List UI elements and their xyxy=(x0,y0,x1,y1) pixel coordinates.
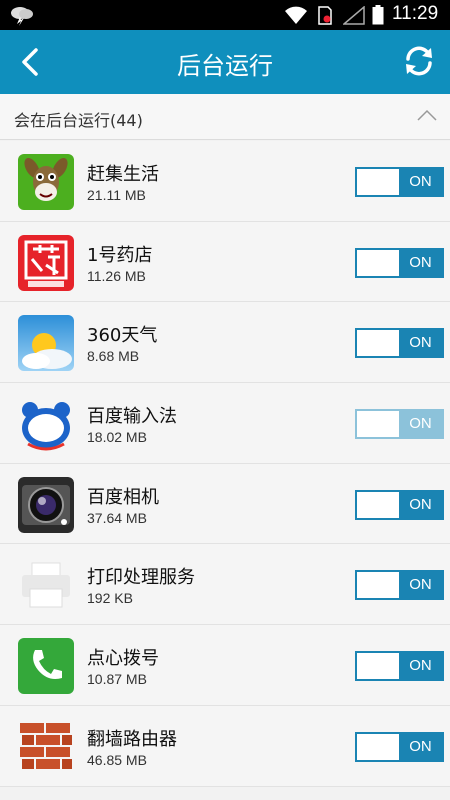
list-item: 打印处理服务 192 KB ON xyxy=(0,544,450,626)
back-arrow-icon[interactable] xyxy=(12,44,48,80)
printer-icon xyxy=(18,557,74,614)
app-name: 百度输入法 xyxy=(87,406,177,428)
app-name: 百度相机 xyxy=(87,486,159,508)
background-run-toggle[interactable]: ON xyxy=(355,247,444,278)
app-size: 18.02 MB xyxy=(87,429,147,446)
list-item: 点心拨号 10.87 MB ON xyxy=(0,625,450,706)
background-run-toggle[interactable]: ON xyxy=(355,651,444,682)
clock: 11:29 xyxy=(392,3,439,24)
app-size: 192 KB xyxy=(87,590,133,607)
app-name: 赶集生活 xyxy=(87,164,159,185)
background-run-toggle[interactable]: ON xyxy=(355,409,444,440)
weather-app-icon xyxy=(18,315,74,372)
status-bar: 11:29 xyxy=(0,0,450,30)
toggle-label: ON xyxy=(399,330,442,357)
section-label: 会在后台运行(44) xyxy=(14,111,143,130)
pharmacy-icon xyxy=(18,234,74,291)
page-title: 后台运行 xyxy=(177,52,273,80)
app-name: 点心拨号 xyxy=(87,648,159,670)
brick-wall-icon xyxy=(18,718,74,775)
list-item: 1号药店 11.26 MB ON xyxy=(0,221,450,303)
section-header[interactable]: 会在后台运行(44) xyxy=(0,94,450,140)
app-size: 37.64 MB xyxy=(87,509,147,526)
signal-icon xyxy=(343,6,365,25)
list-item: 百度相机 37.64 MB ON xyxy=(0,463,450,545)
weather-icon xyxy=(11,7,33,26)
background-run-toggle[interactable]: ON xyxy=(355,731,444,762)
app-name: 打印处理服务 xyxy=(87,567,195,589)
app-size: 10.87 MB xyxy=(87,671,147,688)
sim-icon xyxy=(318,6,332,25)
background-run-toggle[interactable]: ON xyxy=(355,167,444,197)
toggle-label: ON xyxy=(399,169,442,195)
toggle-label: ON xyxy=(399,572,442,599)
toggle-label: ON xyxy=(399,411,442,438)
chevron-up-icon[interactable] xyxy=(416,108,438,122)
toggle-label: ON xyxy=(399,733,442,760)
baidu-input-icon xyxy=(18,396,74,453)
app-name: 1号药店 xyxy=(87,244,153,266)
toggle-label: ON xyxy=(399,491,442,518)
list-item: 赶集生活 21.11 MB ON xyxy=(0,141,450,222)
battery-icon xyxy=(372,5,384,25)
phone-dialer-icon xyxy=(18,638,74,695)
toggle-label: ON xyxy=(399,249,442,276)
app-size: 46.85 MB xyxy=(87,751,147,768)
app-size: 21.11 MB xyxy=(87,187,146,203)
app-size: 11.26 MB xyxy=(87,267,146,284)
list-item: 百度输入法 18.02 MB ON xyxy=(0,383,450,464)
app-name: 翻墙路由器 xyxy=(87,728,177,750)
app-name: 360天气 xyxy=(87,325,158,347)
background-run-toggle[interactable]: ON xyxy=(355,489,444,520)
donkey-icon xyxy=(18,154,74,210)
toggle-label: ON xyxy=(399,653,442,680)
wifi-icon xyxy=(285,6,307,24)
app-size: 8.68 MB xyxy=(87,348,140,365)
list-item: 翻墙路由器 46.85 MB ON xyxy=(0,705,450,787)
camera-icon xyxy=(18,476,74,533)
refresh-icon[interactable] xyxy=(402,44,436,78)
header-bar: 后台运行 xyxy=(0,30,450,94)
background-run-toggle[interactable]: ON xyxy=(355,328,444,359)
background-run-toggle[interactable]: ON xyxy=(355,570,444,601)
list-item: 360天气 8.68 MB ON xyxy=(0,302,450,384)
app-list: 赶集生活 21.11 MB ON 1号药店 11.26 MB ON 360天气 … xyxy=(0,141,450,787)
